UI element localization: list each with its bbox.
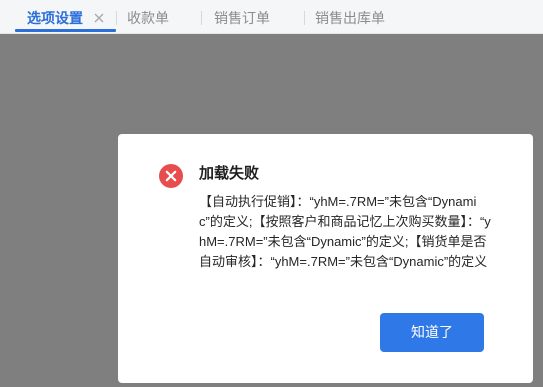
dialog-title: 加载失败 [199, 165, 260, 182]
tab-divider [116, 11, 117, 25]
ok-button[interactable]: 知道了 [380, 313, 484, 352]
tab-sales-outbound[interactable]: 销售出库单 [315, 0, 385, 34]
load-failed-dialog: 加载失败 【自动执行促销】：“yhM=.7RM=”未包含“Dynamic”的定义… [118, 134, 533, 383]
tab-bar: 选项设置 收款单 销售订单 销售出库单 [0, 0, 543, 34]
tab-divider [201, 11, 202, 25]
error-circle-icon [158, 163, 184, 189]
dialog-message: 【自动执行促销】：“yhM=.7RM=”未包含“Dynamic”的定义;【按照客… [199, 194, 491, 269]
tab-sales-order[interactable]: 销售订单 [214, 0, 270, 34]
tab-divider [304, 11, 305, 25]
active-tab-indicator [15, 29, 116, 32]
tab-receipt[interactable]: 收款单 [127, 0, 169, 34]
